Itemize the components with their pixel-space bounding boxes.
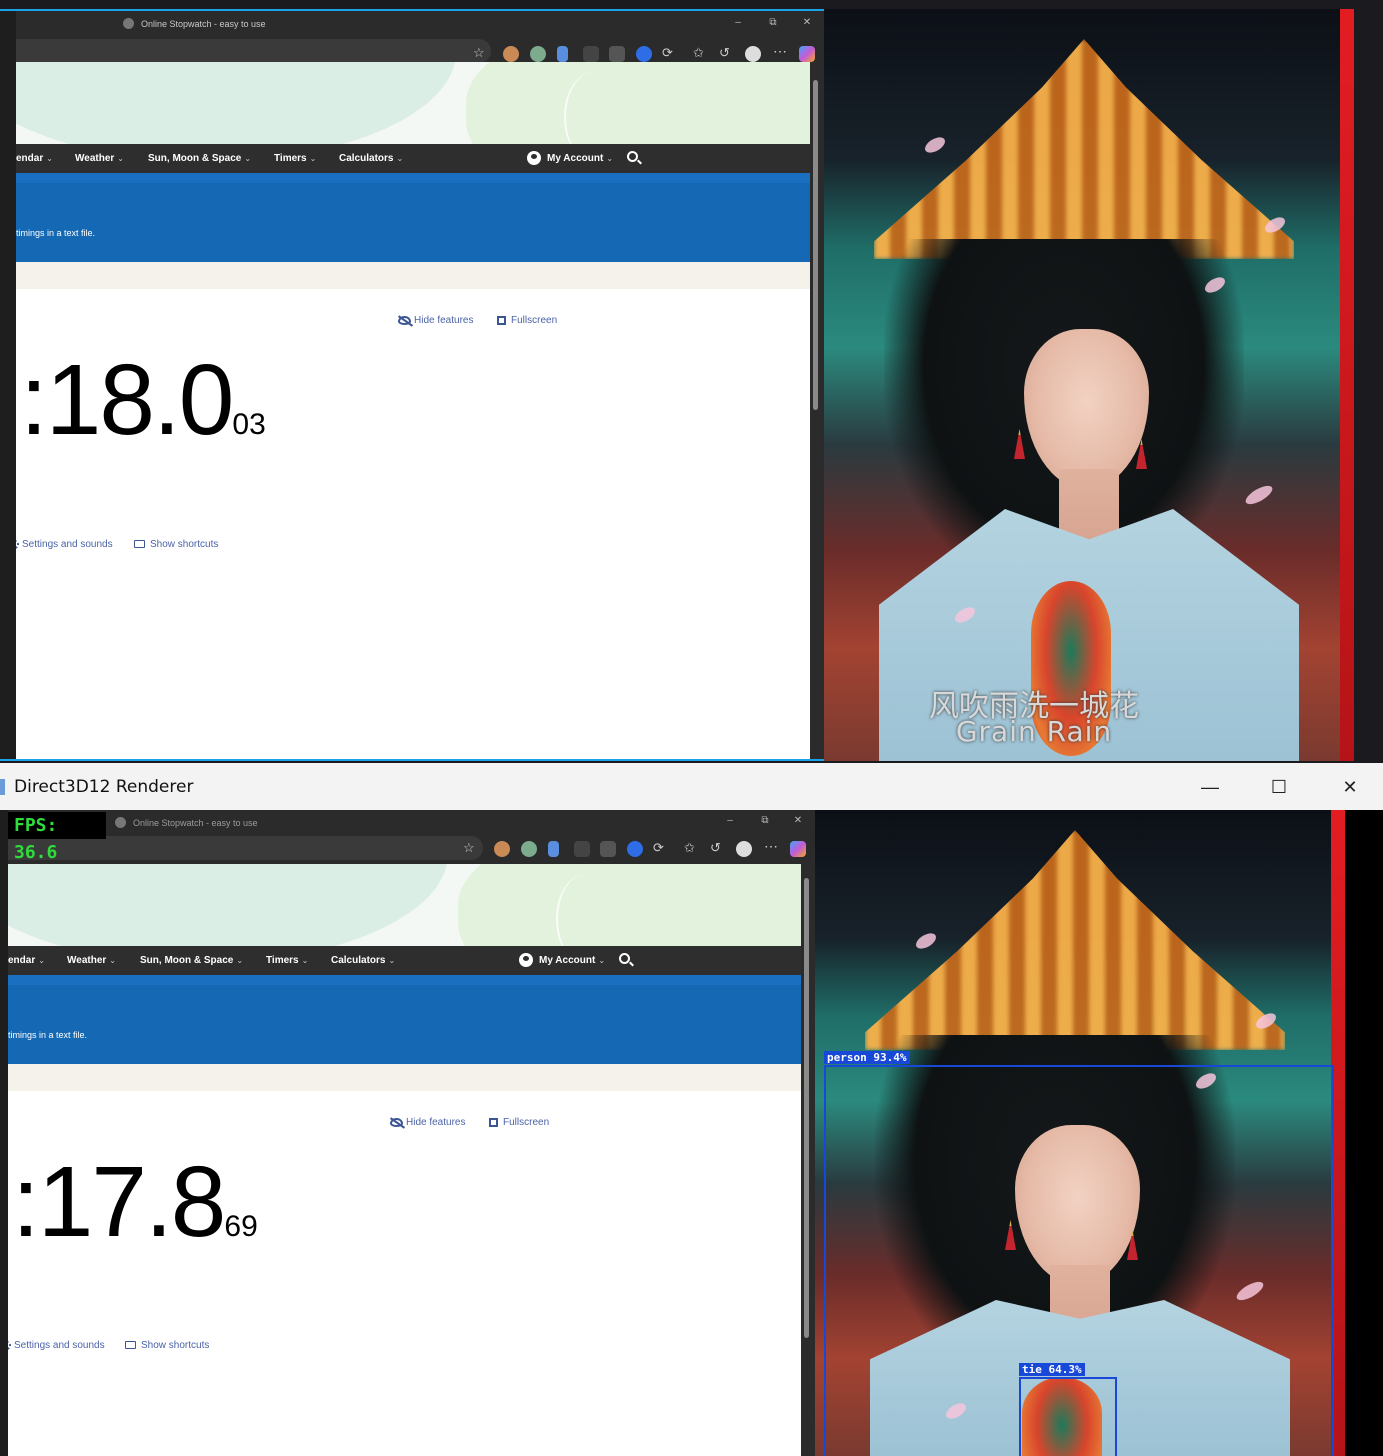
rendered-ext-blue-icon <box>627 841 643 857</box>
rendered-time-ms: 69 <box>224 1210 258 1243</box>
fps-counter: FPS: 36.6 <box>8 812 106 863</box>
petal <box>1243 482 1275 508</box>
red-pillar <box>1340 9 1354 761</box>
rendered-nav-calendar: endar ⌄ <box>8 955 45 966</box>
renderer-app-icon <box>0 779 5 795</box>
rendered-fullscreen-icon <box>489 1117 498 1127</box>
rendered-browser-title: Online Stopwatch - easy to use <box>133 818 258 828</box>
rendered-more-icon: ⋯ <box>764 838 778 854</box>
rendered-copilot-icon <box>790 841 806 857</box>
rendered-nav-sun-moon-space: Sun, Moon & Space ⌄ <box>140 955 244 966</box>
rendered-browser-titlebar: Online Stopwatch - easy to use – ⧉ ✕ <box>8 810 815 836</box>
rendered-webpage: endar ⌄ Weather ⌄ Sun, Moon & Space ⌄ Timer… <box>8 864 801 1456</box>
rendered-cream-strip <box>8 1064 801 1091</box>
top-browser-window[interactable]: Online Stopwatch - easy to use – ⧉ ✕ ☆ ⟳… <box>0 9 862 761</box>
rendered-browser-window: Online Stopwatch - easy to use – ⧉ ✕ ☆ ⟳… <box>0 810 815 1456</box>
rendered-close-icon: ✕ <box>793 815 803 826</box>
rendered-hide-features: Hide features <box>390 1117 465 1128</box>
rendered-settings-link: Settings and sounds <box>8 1340 105 1351</box>
rendered-star-icon: ☆ <box>463 840 475 855</box>
rendered-petal <box>913 930 939 952</box>
rendered-shortcuts-link: Show shortcuts <box>125 1340 209 1351</box>
rendered-toolbar: ☆ ⟳ ✩ ↺ ⋯ <box>8 836 815 864</box>
rendered-stopwatch-time: :17.869 <box>12 1152 258 1252</box>
window-selection-border <box>0 9 862 761</box>
renderer-titlebar: Direct3D12 Renderer — ☐ ✕ <box>0 763 1383 810</box>
rendered-gear-icon <box>8 1340 11 1350</box>
renderer-right-edge <box>1345 810 1383 1456</box>
rendered-ext-cs-icon <box>600 841 616 857</box>
rendered-extensions-icon: ⟳ <box>653 840 664 855</box>
subtitle-english: Grain Rain <box>955 715 1113 748</box>
rendered-banner: timings in a text file. <box>8 975 801 1064</box>
rendered-nav-timers: Timers ⌄ <box>266 955 309 966</box>
rendered-minimize-icon: – <box>727 815 733 826</box>
rendered-nav-weather: Weather ⌄ <box>67 955 116 966</box>
rendered-nav-calculators: Calculators ⌄ <box>331 955 396 966</box>
rendered-navbar: endar ⌄ Weather ⌄ Sun, Moon & Space ⌄ Timer… <box>8 946 801 975</box>
rendered-ext-doc-icon <box>548 841 559 857</box>
renderer-title: Direct3D12 Renderer <box>14 777 194 797</box>
rendered-favicon-icon <box>115 817 126 828</box>
rendered-history-icon: ↺ <box>710 840 721 855</box>
person-detection-label: person 93.4% <box>824 1051 910 1064</box>
rendered-account-icon <box>519 953 533 967</box>
rendered-avatar-icon <box>736 841 752 857</box>
rendered-restore-icon: ⧉ <box>761 815 769 826</box>
rendered-favorites-icon: ✩ <box>684 840 695 855</box>
renderer-minimize-icon[interactable]: — <box>1187 773 1233 801</box>
rendered-scrollbar <box>801 864 815 1456</box>
rendered-ext-badge-icon <box>521 841 537 857</box>
right-edge-dark <box>1354 0 1383 763</box>
rendered-video-panel: person 93.4% tie 64.3% <box>815 810 1345 1456</box>
rendered-hero <box>8 864 801 946</box>
rendered-search-icon <box>619 953 630 964</box>
renderer-maximize-icon[interactable]: ☐ <box>1256 773 1302 801</box>
rendered-nav-my-account: My Account ⌄ <box>539 955 606 966</box>
rendered-fullscreen: Fullscreen <box>489 1117 549 1128</box>
rendered-ext-monkey-icon <box>494 841 510 857</box>
top-video-panel: 风吹雨洗一城花 Grain Rain <box>824 9 1354 761</box>
rendered-banner-text: timings in a text file. <box>8 1030 88 1040</box>
rendered-address-bar <box>8 836 483 860</box>
renderer-close-icon[interactable]: ✕ <box>1327 773 1373 801</box>
rendered-time-main: :17.8 <box>12 1146 226 1258</box>
rendered-hide-eye-icon <box>390 1117 403 1127</box>
rendered-keyboard-icon <box>125 1341 136 1350</box>
tie-detection-label: tie 64.3% <box>1019 1363 1085 1376</box>
petal <box>922 134 948 156</box>
tie-detection-box <box>1019 1377 1117 1456</box>
rendered-ext-chart-icon <box>574 841 590 857</box>
